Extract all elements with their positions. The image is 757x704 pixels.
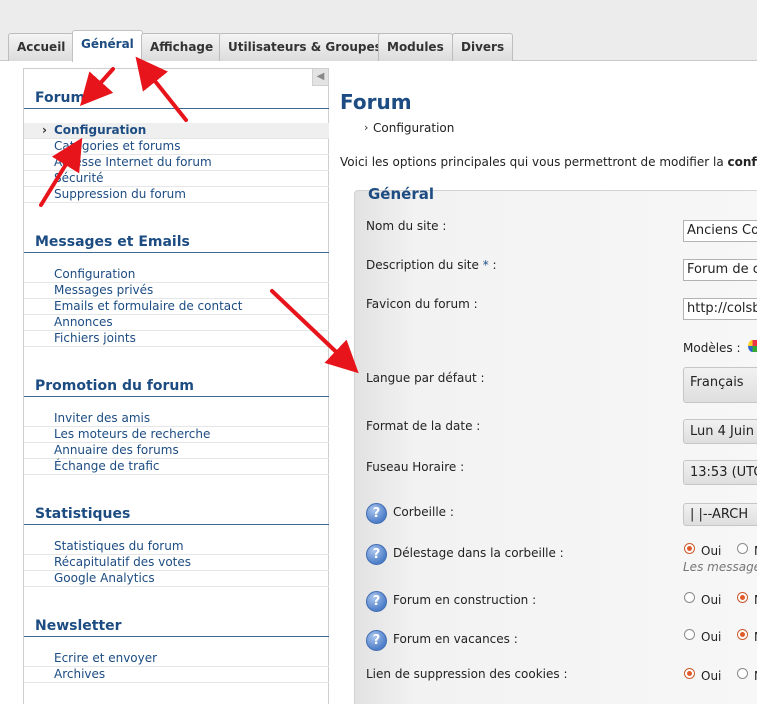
on-vacation-yes-radio[interactable] [684,629,695,640]
cookie-delete-link-label: Lien de suppression des cookies : [366,667,568,681]
sidebar-item-moteurs-recherche[interactable]: Les moteurs de recherche [24,427,329,443]
section-title-forum: Forum [35,90,86,106]
sidebar-item-adresse-internet[interactable]: Adresse Internet du forum [24,155,329,171]
intro-text-prefix: Voici les options principales qui vous p… [340,155,728,169]
sidebar-item-configuration[interactable]: › Configuration [24,123,329,139]
modeles-picker-icon[interactable] [748,340,757,352]
sidebar-item-statistiques-forum[interactable]: Statistiques du forum [24,539,329,555]
sidebar-item-securite[interactable]: Sécurité [24,171,329,187]
section-divider [24,396,329,397]
section-title-statistiques: Statistiques [35,506,131,522]
date-format-label: Format de la date : [366,419,481,433]
intro-text: Voici les options principales qui vous p… [340,155,757,169]
site-name-input[interactable]: Anciens Co [683,220,757,242]
tab-affichage[interactable]: Affichage [141,33,223,61]
page-title: Forum [340,90,412,114]
modeles-label: Modèles : [683,341,741,355]
tab-utilisateurs-groupes[interactable]: Utilisateurs & Groupes [219,33,391,61]
tab-divers[interactable]: Divers [452,33,514,61]
timezone-select[interactable]: 13:53 (UTC [683,460,757,485]
sidebar-item-suppression[interactable]: Suppression du forum [24,187,329,203]
under-construction-label: Forum en construction : [393,593,537,607]
sidebar-item-inviter-amis[interactable]: Inviter des amis [24,411,329,427]
site-name-label: Nom du site : [366,219,447,233]
tab-general[interactable]: Général [72,30,143,62]
language-label: Langue par défaut : [366,371,485,385]
on-vacation-yes-label: Oui [701,630,722,644]
offload-trash-hint: Les message [683,560,757,574]
intro-text-bold: configu [727,155,757,169]
sidebar-item-echange-trafic[interactable]: Échange de trafic [24,459,329,475]
sidebar: ◀ Forum › Configuration Catégories et fo… [23,68,329,704]
breadcrumb: › Configuration [364,121,454,135]
date-format-select[interactable]: Lun 4 Juin [683,419,757,444]
section-title-messages-emails: Messages et Emails [35,234,190,250]
section-title-promotion: Promotion du forum [35,378,194,394]
timezone-label: Fuseau Horaire : [366,460,465,474]
under-construction-yes-label: Oui [701,593,722,607]
active-chevron-icon: › [42,123,47,137]
help-icon[interactable]: ? [366,630,387,651]
top-tab-bar: Accueil Général Affichage Utilisateurs &… [0,0,757,62]
site-description-label-suffix: : [488,258,497,272]
site-description-label: Description du site * : [366,258,497,272]
favicon-label: Favicon du forum : [366,297,478,311]
sidebar-item-recap-votes[interactable]: Récapitulatif des votes [24,555,329,571]
sidebar-item-annonces[interactable]: Annonces [24,315,329,331]
sidebar-item-categories[interactable]: Catégories et forums [24,139,329,155]
trash-label: Corbeille : [393,505,454,519]
section-divider [24,636,329,637]
sidebar-item-google-analytics[interactable]: Google Analytics [24,571,329,587]
breadcrumb-label[interactable]: Configuration [373,121,454,135]
under-construction-no-radio[interactable] [737,592,748,603]
on-vacation-no-radio[interactable] [737,629,748,640]
trash-select[interactable]: | |--ARCH [683,503,757,526]
sidebar-item-label: Configuration [54,123,147,137]
sidebar-item-fichiers-joints[interactable]: Fichiers joints [24,331,329,347]
sidebar-item-archives[interactable]: Archives [24,667,329,683]
help-icon[interactable]: ? [366,544,387,565]
tab-modules[interactable]: Modules [378,33,453,61]
sidebar-item-ecrire-envoyer[interactable]: Ecrire et envoyer [24,651,329,667]
sidebar-item-messages-configuration[interactable]: Configuration [24,267,329,283]
breadcrumb-arrow-icon: › [364,121,369,134]
offload-trash-yes-label: Oui [701,544,722,558]
section-divider [24,524,329,525]
site-description-label-text: Description du site [366,258,483,272]
tab-accueil[interactable]: Accueil [8,33,75,61]
section-divider [24,252,329,253]
sidebar-item-messages-prives[interactable]: Messages privés [24,283,329,299]
site-description-input[interactable]: Forum de c [683,259,757,281]
offload-trash-label: Délestage dans la corbeille : [393,546,564,560]
cookie-delete-link-no-radio[interactable] [737,668,748,679]
offload-trash-yes-radio[interactable] [684,543,695,554]
section-divider [24,108,329,109]
on-vacation-label: Forum en vacances : [393,632,518,646]
panel-title: Général [368,185,434,203]
under-construction-yes-radio[interactable] [684,592,695,603]
help-icon[interactable]: ? [366,503,387,524]
cookie-delete-link-yes-radio[interactable] [684,668,695,679]
collapse-sidebar-icon[interactable]: ◀ [312,69,328,86]
offload-trash-no-radio[interactable] [737,543,748,554]
help-icon[interactable]: ? [366,591,387,612]
admin-page: Accueil Général Affichage Utilisateurs &… [0,0,757,704]
sidebar-item-annuaire[interactable]: Annuaire des forums [24,443,329,459]
favicon-input[interactable]: http://colsb [683,298,757,320]
sidebar-item-emails-contact[interactable]: Emails et formulaire de contact [24,299,329,315]
language-select[interactable]: Français [683,367,757,403]
section-title-newsletter: Newsletter [35,618,122,634]
cookie-delete-link-yes-label: Oui [701,669,722,683]
